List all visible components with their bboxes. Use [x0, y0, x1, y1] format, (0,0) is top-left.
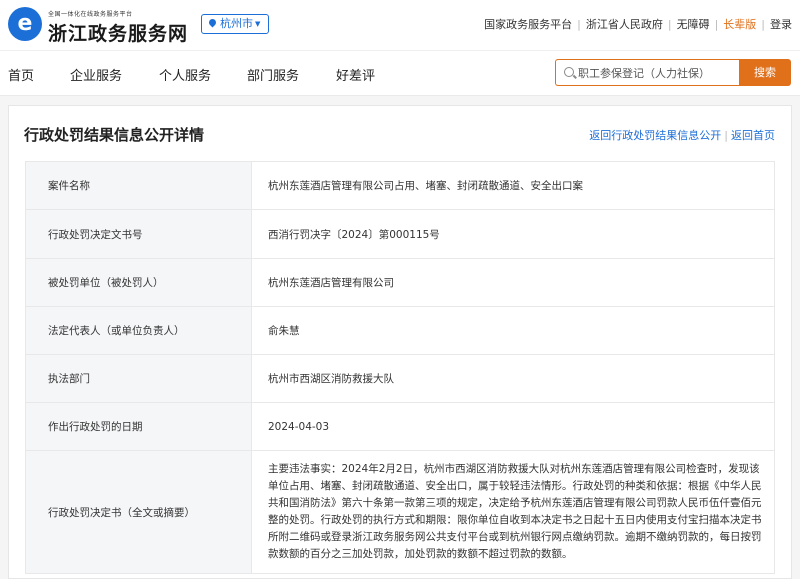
row-value-document-number: 西消行罚决字〔2024〕第000115号	[251, 209, 775, 259]
row-label-legal-representative: 法定代表人（或单位负责人）	[25, 306, 252, 355]
nav-item-department-services[interactable]: 部门服务	[247, 65, 299, 84]
search-input[interactable]	[578, 65, 736, 81]
table-row: 行政处罚决定文书号 西消行罚决字〔2024〕第000115号	[25, 209, 775, 259]
back-home-link[interactable]: 返回首页	[731, 129, 775, 142]
row-label-penalized-entity: 被处罚单位（被处罚人）	[25, 258, 252, 307]
row-value-decision-document: 主要违法事实：2024年2月2日，杭州市西湖区消防救援大队对杭州东莲酒店管理有限…	[251, 450, 775, 574]
row-value-penalized-entity: 杭州东莲酒店管理有限公司	[251, 258, 775, 307]
table-row: 行政处罚决定书（全文或摘要） 主要违法事实：2024年2月2日，杭州市西湖区消防…	[25, 450, 775, 574]
row-label-decision-date: 作出行政处罚的日期	[25, 402, 252, 451]
nav-item-home[interactable]: 首页	[8, 65, 34, 84]
main-nav: 首页 企业服务 个人服务 部门服务 好差评 搜索	[0, 50, 800, 96]
link-provincial-government[interactable]: 浙江省人民政府	[586, 18, 663, 31]
table-row: 法定代表人（或单位负责人） 俞朱慧	[25, 306, 775, 355]
location-pin-icon	[207, 17, 218, 28]
search-icon	[564, 67, 574, 77]
site-logo[interactable]: e	[8, 7, 42, 41]
table-row: 被处罚单位（被处罚人） 杭州东莲酒店管理有限公司	[25, 258, 775, 307]
brand-title[interactable]: 浙江政务服务网	[48, 19, 188, 46]
row-label-decision-document: 行政处罚决定书（全文或摘要）	[25, 450, 252, 574]
nav-item-enterprise-services[interactable]: 企业服务	[70, 65, 122, 84]
row-label-document-number: 行政处罚决定文书号	[25, 209, 252, 259]
divider: |	[724, 129, 728, 142]
row-label-case-name: 案件名称	[25, 161, 252, 210]
city-selector[interactable]: 杭州市 ▼	[201, 14, 269, 34]
city-label: 杭州市	[220, 17, 253, 30]
divider: |	[577, 18, 581, 31]
top-links: 国家政务服务平台 | 浙江省人民政府 | 无障碍 | 长辈版 | 登录	[484, 16, 792, 32]
row-value-enforcement-department: 杭州市西湖区消防救援大队	[251, 354, 775, 403]
caret-down-icon: ▼	[255, 20, 261, 28]
row-value-case-name: 杭州东莲酒店管理有限公司占用、堵塞、封闭疏散通道、安全出口案	[251, 161, 775, 210]
row-label-enforcement-department: 执法部门	[25, 354, 252, 403]
divider: |	[761, 18, 765, 31]
page-title: 行政处罚结果信息公开详情	[24, 126, 205, 144]
divider: |	[714, 18, 719, 31]
divider: |	[667, 18, 672, 31]
search-button[interactable]: 搜索	[739, 59, 791, 86]
nav-item-feedback[interactable]: 好差评	[336, 65, 375, 84]
row-value-legal-representative: 俞朱慧	[251, 306, 775, 355]
row-value-decision-date: 2024-04-03	[251, 402, 775, 451]
search-box	[555, 59, 739, 86]
table-row: 案件名称 杭州东莲酒店管理有限公司占用、堵塞、封闭疏散通道、安全出口案	[25, 161, 775, 210]
penalty-info-table: 案件名称 杭州东莲酒店管理有限公司占用、堵塞、封闭疏散通道、安全出口案 行政处罚…	[25, 161, 775, 574]
table-row: 作出行政处罚的日期 2024-04-03	[25, 402, 775, 451]
nav-item-personal-services[interactable]: 个人服务	[159, 65, 211, 84]
table-row: 执法部门 杭州市西湖区消防救援大队	[25, 354, 775, 403]
link-login[interactable]: 登录	[770, 18, 792, 31]
back-to-list-link[interactable]: 返回行政处罚结果信息公开	[589, 129, 721, 142]
link-elder-mode[interactable]: 长辈版	[723, 18, 756, 31]
brand-subtitle: 全国一体化在线政务服务平台	[48, 11, 133, 18]
link-national-platform[interactable]: 国家政务服务平台	[484, 18, 572, 31]
link-accessibility[interactable]: 无障碍	[677, 18, 710, 31]
detail-panel: 行政处罚结果信息公开详情 返回行政处罚结果信息公开 | 返回首页 案件名称 杭州东莲…	[8, 105, 792, 579]
panel-links: 返回行政处罚结果信息公开 | 返回首页	[589, 127, 775, 143]
top-header: e 全国一体化在线政务服务平台 浙江政务服务网 杭州市 ▼ 国家政务服务平台 | 浙江…	[0, 0, 800, 50]
